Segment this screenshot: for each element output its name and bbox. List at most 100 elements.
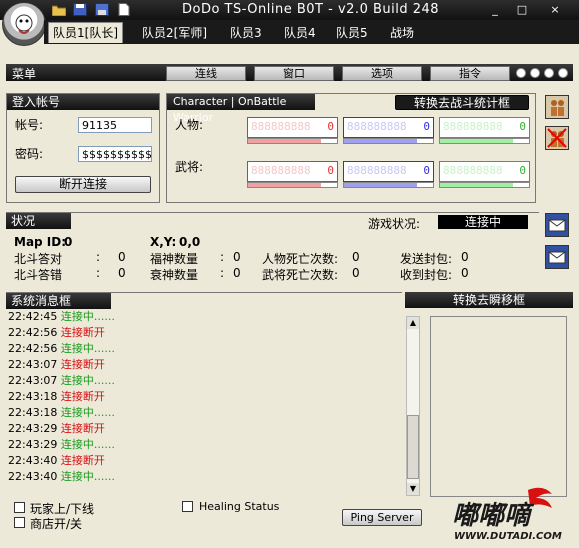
- character-label: 人物:: [175, 118, 204, 132]
- scroll-down-icon[interactable]: ▼: [407, 483, 419, 495]
- indicator-dot: [558, 68, 568, 78]
- password-field[interactable]: $$$$$$$$$$: [78, 146, 152, 162]
- character-mp-display: 888888888 0: [343, 117, 434, 138]
- character-hp-display: 888888888 0: [247, 117, 338, 138]
- healing-status-label: Healing Status: [199, 500, 280, 513]
- account-label: 帐号:: [15, 118, 44, 132]
- log-line: 22:43:07 连接断开: [8, 358, 105, 371]
- folder-icon[interactable]: [51, 3, 67, 17]
- tab-battlefield[interactable]: 战场: [386, 23, 418, 43]
- title-bar[interactable]: DoDo TS-Online B0T - v2.0 Build 248 _ □ …: [0, 0, 579, 20]
- window-menu-button[interactable]: 窗口: [254, 66, 334, 81]
- switch-battle-stats-button[interactable]: 转换去战斗统计框: [395, 95, 529, 110]
- group-icon[interactable]: [545, 95, 569, 119]
- options-menu-button[interactable]: 选项: [342, 66, 422, 81]
- app-logo: [2, 2, 46, 46]
- mail-icon[interactable]: [545, 213, 569, 237]
- log-line: 22:43:40 连接中......: [8, 470, 115, 483]
- warrior-mp-display: 888888888 0: [343, 161, 434, 182]
- close-button[interactable]: ×: [545, 3, 565, 17]
- healing-status-checkbox[interactable]: [182, 501, 193, 512]
- battle-header: Character | OnBattle Warrior: [167, 94, 315, 124]
- menu-title: 菜单: [12, 67, 37, 81]
- teleport-list[interactable]: [430, 316, 567, 497]
- character-deaths-value: 0: [352, 250, 360, 264]
- scroll-up-icon[interactable]: ▲: [407, 317, 419, 329]
- north-wrong-label: 北斗答错: [14, 268, 63, 282]
- save-as-icon[interactable]: [95, 3, 109, 16]
- disconnect-button[interactable]: 断开连接: [15, 176, 151, 193]
- login-header: 登入帐号: [7, 94, 159, 110]
- log-line: 22:42:56 连接中......: [8, 342, 115, 355]
- teleport-header[interactable]: 转换去瞬移框: [405, 292, 573, 308]
- log-line: 22:43:29 连接中......: [8, 438, 115, 451]
- document-icon[interactable]: [117, 3, 131, 16]
- login-panel: 登入帐号 帐号: 91135 密码: $$$$$$$$$$ 断开连接: [6, 93, 160, 203]
- log-line: 22:43:40 连接断开: [8, 454, 105, 467]
- fortune-count-label: 福神数量: [150, 252, 199, 266]
- north-correct-value: 0: [118, 250, 126, 264]
- packets-received-value: 0: [461, 266, 469, 280]
- connect-menu-button[interactable]: 连线: [166, 66, 246, 81]
- indicator-dot: [544, 68, 554, 78]
- minimize-button[interactable]: _: [485, 3, 505, 17]
- warrior-exp-bar: [439, 182, 530, 188]
- log-line: 22:42:56 连接断开: [8, 326, 105, 339]
- misfortune-count-value: 0: [233, 266, 241, 280]
- commands-menu-button[interactable]: 指令: [430, 66, 510, 81]
- character-mp-bar: [343, 138, 434, 144]
- xy-value: 0,0: [179, 235, 201, 249]
- log-scrollbar[interactable]: ▲ ▼: [406, 316, 420, 496]
- warrior-label: 武将:: [175, 160, 204, 174]
- log-line: 22:43:18 连接断开: [8, 390, 105, 403]
- fortune-count-value: 0: [233, 250, 241, 264]
- watermark-logo: 嘟嘟嘀 WWW.DUTADI.COM: [448, 484, 576, 544]
- north-wrong-value: 0: [118, 266, 126, 280]
- account-field[interactable]: 91135: [78, 117, 152, 133]
- log-line: 22:43:29 连接断开: [8, 422, 105, 435]
- colon: :: [220, 250, 225, 264]
- indicator-dot: [530, 68, 540, 78]
- scrollbar-thumb[interactable]: [407, 415, 419, 479]
- character-exp-bar: [439, 138, 530, 144]
- teleport-panel-header-wrap: 转换去瞬移框: [405, 292, 573, 310]
- colon: :: [96, 266, 101, 280]
- password-label: 密码:: [15, 147, 44, 161]
- misfortune-count-label: 衰神数量: [150, 268, 199, 282]
- xy-label: X,Y:: [150, 235, 177, 249]
- svg-text:WWW.DUTADI.COM: WWW.DUTADI.COM: [454, 531, 562, 542]
- warrior-mp-bar: [343, 182, 434, 188]
- ping-server-button[interactable]: Ping Server: [342, 509, 422, 526]
- log-line: 22:43:07 连接中......: [8, 374, 115, 387]
- status-header: 状况: [6, 213, 71, 229]
- map-id-value: 0: [64, 235, 73, 249]
- player-online-checkbox[interactable]: [14, 502, 25, 513]
- character-exp-display: 888888888 0: [439, 117, 530, 138]
- warrior-deaths-label: 武将死亡次数:: [262, 268, 339, 282]
- character-hp-bar: [247, 138, 338, 144]
- battle-panel: Character | OnBattle Warrior 转换去战斗统计框 人物…: [166, 93, 536, 203]
- mail-icon[interactable]: [545, 245, 569, 269]
- log-line: 22:42:45 连接中......: [8, 310, 115, 323]
- shop-toggle-checkbox[interactable]: [14, 517, 25, 528]
- indicator-dot: [516, 68, 526, 78]
- colon: :: [220, 266, 225, 280]
- tab-member-3[interactable]: 队员3: [226, 23, 266, 43]
- packets-received-label: 收到封包:: [400, 268, 453, 282]
- menu-bar: 菜单 连线 窗口 选项 指令: [6, 64, 573, 81]
- system-message-header: 系统消息框: [6, 293, 111, 309]
- packets-sent-label: 发送封包:: [400, 252, 453, 266]
- warrior-hp-bar: [247, 182, 338, 188]
- map-id-label: Map ID:: [14, 235, 67, 249]
- tab-member-2[interactable]: 队员2[军师]: [138, 23, 211, 43]
- status-panel: 状况 游戏状况: 连接中 Map ID: 0 X,Y: 0,0 北斗答对 : 0…: [6, 212, 539, 287]
- tab-member-4[interactable]: 队员4: [280, 23, 320, 43]
- tab-member-5[interactable]: 队员5: [332, 23, 372, 43]
- save-icon[interactable]: [73, 3, 87, 16]
- disband-group-icon[interactable]: [545, 126, 569, 150]
- character-deaths-label: 人物死亡次数:: [262, 252, 339, 266]
- maximize-button[interactable]: □: [512, 3, 532, 17]
- svg-text:嘟嘟嘀: 嘟嘟嘀: [452, 501, 535, 531]
- tab-member-1[interactable]: 队员1[队长]: [48, 22, 123, 43]
- warrior-exp-display: 888888888 0: [439, 161, 530, 182]
